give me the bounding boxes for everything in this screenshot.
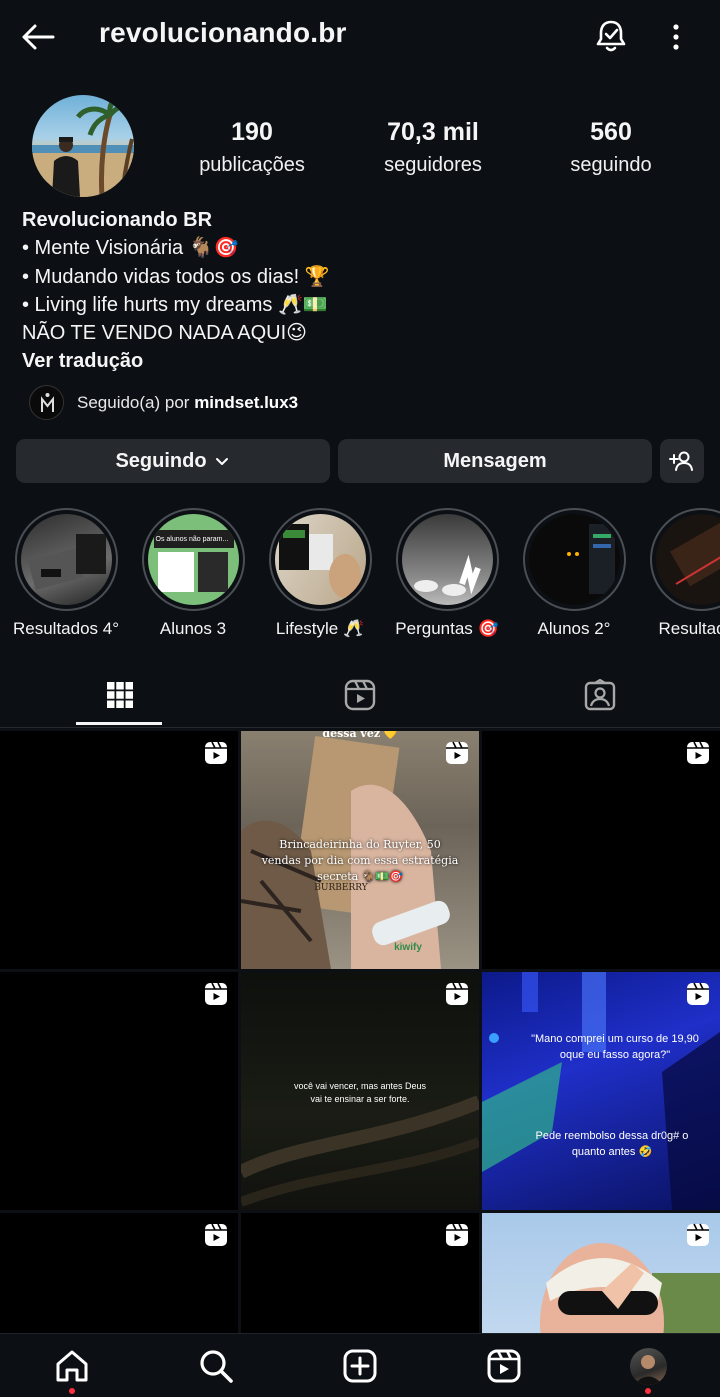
bottom-navigation [0,1333,720,1397]
post-caption: você vai vencer, mas antes Deus vai te e… [293,1081,427,1104]
reel-badge-icon [687,982,709,1005]
story-highlights: Resultados 4° Os alunos não param... Alu… [0,508,720,648]
highlight-item[interactable]: Os alunos não param... Alunos 3 [123,508,263,639]
following-button-label: Seguindo [115,449,207,472]
bio-line: • Mente Visionária 🐐🎯 [22,237,239,260]
highlight-label: Alunos 2° [537,619,611,638]
reel-badge-icon [446,982,468,1005]
create-icon[interactable] [342,1348,378,1384]
profile-username: revolucionando.br [99,17,347,48]
profile-display-name: Revolucionando BR [22,209,213,231]
reel-badge-icon [205,741,227,764]
post-thumbnail[interactable] [0,1213,238,1333]
followed-by-prefix: Seguido(a) por [77,392,195,412]
tab-reels[interactable] [240,664,480,726]
stat-followers[interactable]: 70,3 mil seguidores [378,118,488,177]
stat-posts[interactable]: 190 publicações [196,118,308,177]
add-user-icon [669,451,693,471]
home-icon[interactable] [54,1348,90,1384]
profile-bio: Revolucionando BR • Mente Visionária 🐐🎯 … [22,206,330,376]
following-label: seguindo [570,154,652,176]
highlight-cover [522,508,626,611]
highlight-item[interactable]: Perguntas 🎯 [377,508,517,639]
highlight-item[interactable]: Resultados [631,508,720,639]
highlight-label: Lifestyle 🥂 [275,619,365,638]
highlight-cover [268,508,372,611]
message-button-label: Mensagem [443,449,547,472]
profile-avatar-icon[interactable] [630,1348,667,1385]
home-notification-dot [69,1388,75,1394]
posts-grid: dessa vez 💛 Brincadeirinha do Ruyter, 50… [0,731,720,1333]
post-thumbnail[interactable] [482,1213,720,1333]
highlight-label: Resultados [658,619,720,638]
highlight-cover-text: Os alunos não param... [155,536,229,543]
post-thumbnail[interactable] [0,731,238,969]
post-thumbnail[interactable]: "Mano comprei um curso de 19,90 oque eu … [482,972,720,1210]
followed-by-user[interactable]: mindset.lux3 [194,393,298,412]
posts-label: publicações [199,154,305,176]
following-button[interactable]: Seguindo [16,439,330,483]
highlight-label: Alunos 3 [159,619,227,638]
chevron-down-icon [215,458,228,465]
following-count: 560 [590,118,632,146]
post-caption: Pede reembolso dessa dr0g# o quanto ante… [535,1130,689,1158]
followed-by[interactable]: Seguido(a) por mindset.lux3 [29,385,298,420]
reels-icon [344,679,376,711]
bio-line: • Living life hurts my dreams 🥂💵 [22,293,328,316]
followed-by-text: Seguido(a) por mindset.lux3 [77,393,298,413]
more-vertical-icon[interactable] [664,20,688,54]
active-tab-indicator [76,722,162,725]
stat-following[interactable]: 560 seguindo [564,118,658,177]
post-thumbnail[interactable] [241,1213,479,1333]
posts-count: 190 [231,118,273,146]
tab-tagged[interactable] [480,664,720,726]
tab-posts[interactable] [0,664,240,726]
reel-badge-icon [446,741,468,764]
post-band-text: kiwify [394,942,422,953]
post-thumbnail[interactable] [0,972,238,1210]
highlight-cover [395,508,499,611]
post-caption: "Mano comprei um curso de 19,90 oque eu … [531,1033,699,1061]
post-thumbnail[interactable]: dessa vez 💛 Brincadeirinha do Ruyter, 50… [241,731,479,969]
tagged-icon [584,679,616,711]
post-caption: Brincadeirinha do Ruyter, 50 vendas por … [261,838,459,883]
highlight-item[interactable]: Lifestyle 🥂 [250,508,390,639]
highlight-label: Perguntas 🎯 [395,619,499,638]
reel-badge-icon [205,982,227,1005]
bio-line: • Mudando vidas todos os dias! 🏆 [22,265,330,288]
top-bar: revolucionando.br [0,0,720,74]
profile-notification-dot [645,1388,651,1394]
highlight-item[interactable]: Alunos 2° [504,508,644,639]
reel-badge-icon [687,1223,709,1246]
reels-icon[interactable] [486,1348,522,1384]
message-button[interactable]: Mensagem [338,439,652,483]
post-thumbnail[interactable] [482,731,720,969]
highlight-cover [649,508,720,611]
bell-check-icon[interactable] [594,18,628,54]
highlight-item[interactable]: Resultados 4° [0,508,136,639]
reel-badge-icon [446,1223,468,1246]
follower-avatar [29,385,64,420]
grid-icon [107,682,133,708]
reel-badge-icon [687,741,709,764]
add-user-button[interactable] [660,439,704,483]
followers-count: 70,3 mil [387,118,479,146]
post-thumbnail[interactable]: você vai vencer, mas antes Deus vai te e… [241,972,479,1210]
highlight-label: Resultados 4° [12,619,120,638]
see-translation-link[interactable]: Ver tradução [22,347,330,375]
search-icon[interactable] [198,1348,234,1384]
post-brand-text: BURBERRY [314,883,368,893]
arrow-left-icon[interactable] [20,22,56,52]
reel-badge-icon [205,1223,227,1246]
profile-tabs [0,664,720,728]
post-caption-top: dessa vez 💛 [322,731,398,740]
highlight-cover [14,508,118,611]
profile-avatar[interactable] [32,95,134,197]
highlight-cover: Os alunos não param... [141,508,245,611]
followers-label: seguidores [384,154,482,176]
bio-line: NÃO TE VENDO NADA AQUI😉 [22,322,307,345]
